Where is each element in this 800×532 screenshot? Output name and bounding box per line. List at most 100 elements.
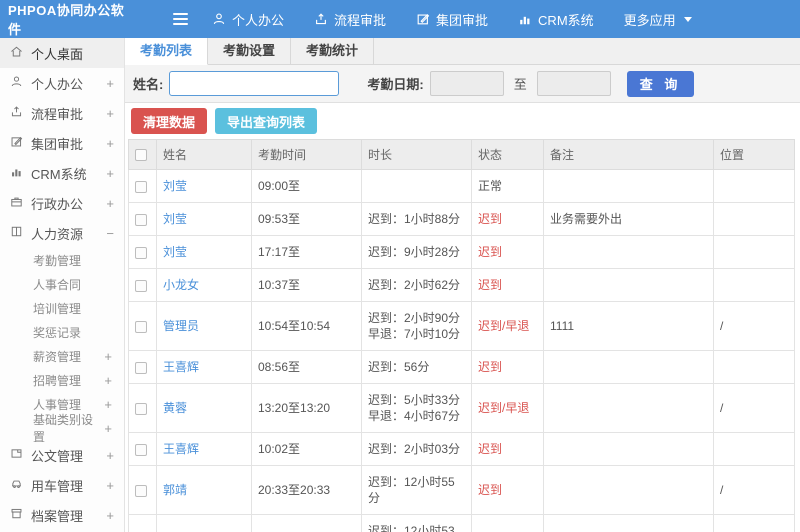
nav-workflow-approval[interactable]: 流程审批 bbox=[314, 10, 386, 29]
expand-toggle[interactable]: + bbox=[106, 196, 114, 211]
nav-group-approval[interactable]: 集团审批 bbox=[416, 10, 488, 29]
row-checkbox[interactable] bbox=[135, 180, 147, 193]
sidebar-item-admin-office[interactable]: 行政办公 + bbox=[0, 188, 124, 218]
employee-name-link[interactable]: 管理员 bbox=[163, 319, 199, 333]
clean-data-button[interactable]: 清理数据 bbox=[131, 108, 208, 134]
status-text: 迟到 bbox=[478, 442, 503, 456]
search-button[interactable]: 查 询 bbox=[626, 70, 695, 97]
sidebar-subitem-training-management[interactable]: 培训管理 bbox=[0, 296, 124, 320]
sidebar-subitem-base-category-settings[interactable]: 基础类别设置 + bbox=[0, 413, 124, 444]
sidebar-subitem-hr-contract[interactable]: 人事合同 bbox=[0, 272, 124, 296]
remark bbox=[543, 350, 714, 384]
sidebar-item-crm-system[interactable]: CRM系统 + bbox=[0, 158, 124, 188]
col-header-time: 考勤时间 bbox=[251, 139, 362, 170]
chart-icon bbox=[10, 165, 23, 181]
nav-crm-system[interactable]: CRM系统 bbox=[518, 10, 594, 29]
car-icon bbox=[10, 477, 23, 493]
export-list-button[interactable]: 导出查询列表 bbox=[215, 108, 318, 134]
col-header-name: 姓名 bbox=[156, 139, 252, 170]
attendance-time: 10:54至10:54 bbox=[251, 301, 362, 351]
expand-toggle[interactable]: + bbox=[106, 136, 114, 151]
sidebar-item-archive-management[interactable]: 档案管理 + bbox=[0, 500, 124, 530]
attendance-table: 姓名 考勤时间 时长 状态 备注 位置 刘莹 09:00至 正常 刘莹 09:5… bbox=[128, 139, 795, 532]
row-checkbox[interactable] bbox=[135, 484, 147, 497]
employee-name-link[interactable]: 黄蓉 bbox=[163, 401, 187, 415]
table-row: 管理员 10:54至10:54 迟到：2小时90分 早退：7小时10分 迟到/早退… bbox=[128, 301, 795, 351]
sidebar-item-personal-desktop[interactable]: 个人桌面 bbox=[0, 38, 124, 68]
sidebar-subitem-salary-management[interactable]: 薪资管理 + bbox=[0, 344, 124, 368]
expand-toggle[interactable]: − bbox=[106, 226, 114, 241]
sidebar-label: 人力资源 bbox=[31, 226, 84, 242]
row-checkbox[interactable] bbox=[135, 279, 147, 292]
employee-name-link[interactable]: 刘莹 bbox=[163, 212, 187, 226]
duration: 迟到：5小时33分 早退：4小时67分 bbox=[361, 383, 472, 433]
expand-toggle[interactable]: + bbox=[106, 478, 114, 493]
sidebar-sub-label: 培训管理 bbox=[33, 301, 82, 316]
nav-more-apps[interactable]: 更多应用 bbox=[624, 10, 692, 29]
date-to-input[interactable] bbox=[536, 71, 611, 96]
expand-toggle[interactable]: + bbox=[104, 373, 112, 388]
employee-name-link[interactable]: 王喜辉 bbox=[163, 442, 199, 456]
location bbox=[713, 235, 795, 269]
tab-attendance-list[interactable]: 考勤列表 bbox=[125, 38, 209, 65]
sidebar-item-vehicle-management[interactable]: 用车管理 + bbox=[0, 470, 124, 500]
sidebar-item-workflow-approval[interactable]: 流程审批 + bbox=[0, 98, 124, 128]
expand-toggle[interactable]: + bbox=[106, 448, 114, 463]
attendance-time: 09:53至 bbox=[251, 202, 362, 236]
chart-icon bbox=[518, 12, 532, 26]
attendance-time: 09:00至 bbox=[251, 169, 362, 203]
date-filter-label: 考勤日期: bbox=[367, 77, 424, 92]
expand-toggle[interactable]: + bbox=[104, 421, 112, 436]
share-icon bbox=[10, 105, 23, 121]
col-header-duration: 时长 bbox=[361, 139, 472, 170]
nav-personal-office[interactable]: 个人办公 bbox=[212, 10, 284, 29]
row-checkbox[interactable] bbox=[135, 246, 147, 259]
remark bbox=[543, 383, 714, 433]
expand-toggle[interactable]: + bbox=[106, 166, 114, 181]
name-input[interactable] bbox=[169, 71, 340, 96]
attendance-time: 13:20至13:20 bbox=[251, 383, 362, 433]
col-header-status: 状态 bbox=[471, 139, 544, 170]
row-checkbox[interactable] bbox=[135, 213, 147, 226]
row-checkbox[interactable] bbox=[135, 443, 147, 456]
row-checkbox[interactable] bbox=[135, 361, 147, 374]
employee-name-link[interactable]: 郭靖 bbox=[163, 483, 187, 497]
sidebar-label: CRM系统 bbox=[31, 166, 87, 182]
sidebar-item-human-resources[interactable]: 人力资源 − bbox=[0, 218, 124, 248]
expand-toggle[interactable]: + bbox=[106, 508, 114, 523]
filter-bar: 姓名: 考勤日期: 至 查 询 bbox=[125, 65, 800, 103]
employee-name-link[interactable]: 刘莹 bbox=[163, 179, 187, 193]
tab-attendance-statistics[interactable]: 考勤统计 bbox=[291, 38, 375, 64]
duration: 迟到：9小时28分 bbox=[361, 235, 472, 269]
location: / bbox=[713, 514, 795, 532]
status-text: 迟到 bbox=[478, 212, 503, 226]
location bbox=[713, 169, 795, 203]
date-from-input[interactable] bbox=[429, 71, 504, 96]
remark: 业务需要外出 bbox=[543, 202, 714, 236]
sidebar-subitem-recruit-management[interactable]: 招聘管理 + bbox=[0, 368, 124, 392]
sidebar-sub-label: 奖惩记录 bbox=[33, 325, 82, 340]
sidebar-subitem-attendance-management[interactable]: 考勤管理 bbox=[0, 248, 124, 272]
expand-toggle[interactable]: + bbox=[104, 349, 112, 364]
sidebar-item-personal-office[interactable]: 个人办公 + bbox=[0, 68, 124, 98]
select-all-checkbox[interactable] bbox=[135, 149, 147, 162]
employee-name-link[interactable]: 刘莹 bbox=[163, 245, 187, 259]
tab-attendance-settings[interactable]: 考勤设置 bbox=[208, 38, 292, 64]
expand-toggle[interactable]: + bbox=[106, 76, 114, 91]
sidebar-sub-label: 基础类别设置 bbox=[33, 413, 94, 444]
row-checkbox[interactable] bbox=[135, 320, 147, 333]
hamburger-menu-icon[interactable] bbox=[173, 13, 188, 25]
book-icon bbox=[10, 225, 23, 241]
sidebar-item-group-approval[interactable]: 集团审批 + bbox=[0, 128, 124, 158]
sidebar-sub-label: 考勤管理 bbox=[33, 253, 82, 268]
employee-name-link[interactable]: 王喜辉 bbox=[163, 360, 199, 374]
expand-toggle[interactable]: + bbox=[104, 397, 112, 412]
row-checkbox[interactable] bbox=[135, 402, 147, 415]
attendance-time: 20:32至20:32 bbox=[251, 514, 362, 532]
nav-label: 流程审批 bbox=[334, 12, 387, 28]
employee-name-link[interactable]: 小龙女 bbox=[163, 278, 199, 292]
sidebar-label: 公文管理 bbox=[31, 448, 84, 464]
sidebar-subitem-reward-punishment[interactable]: 奖惩记录 bbox=[0, 320, 124, 344]
nav-label: CRM系统 bbox=[538, 12, 594, 28]
expand-toggle[interactable]: + bbox=[106, 106, 114, 121]
